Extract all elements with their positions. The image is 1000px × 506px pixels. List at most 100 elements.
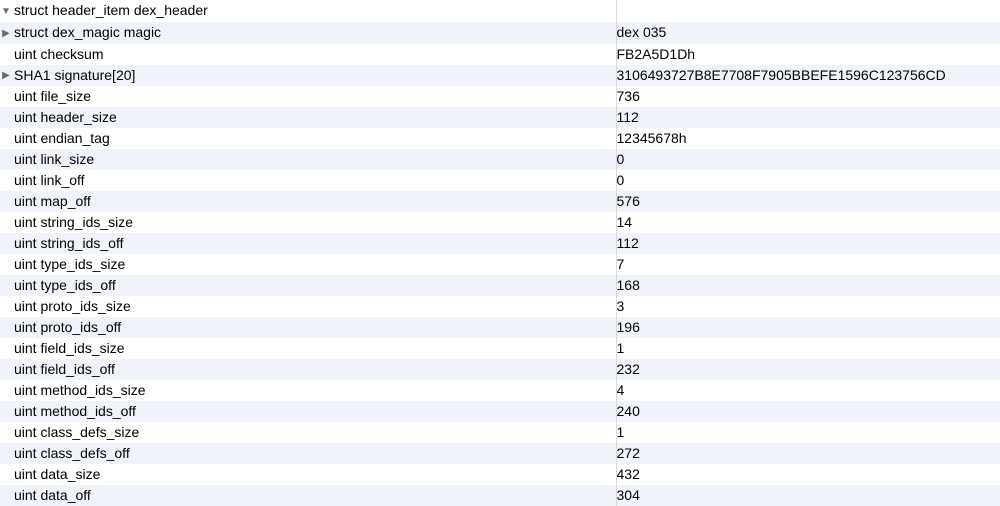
chevron-right-icon[interactable]: ▶ [0,23,12,44]
field-value: 272 [616,443,1000,464]
tree-row-13[interactable]: uint proto_ids_size 3 [0,296,1000,317]
tree-row-3[interactable]: uint file_size 736 [0,86,1000,107]
tree-row-21[interactable]: uint data_size 432 [0,464,1000,485]
tree-row-10[interactable]: uint string_ids_off 112 [0,233,1000,254]
field-label: uint type_ids_off [14,277,116,293]
tree-row-18[interactable]: uint method_ids_off 240 [0,401,1000,422]
field-value: 736 [616,86,1000,107]
tree-cell-name: uint proto_ids_size [0,296,616,317]
tree-cell-name: uint file_size [0,86,616,107]
tree-cell-name: uint map_off [0,191,616,212]
field-value: 3 [616,296,1000,317]
tree-cell-name: uint checksum [0,44,616,65]
field-label: uint data_off [14,487,91,503]
tree-cell-name: uint method_ids_off [0,401,616,422]
chevron-right-icon[interactable]: ▶ [0,65,12,86]
tree-row-15[interactable]: uint field_ids_size 1 [0,338,1000,359]
tree-row-17[interactable]: uint method_ids_size 4 [0,380,1000,401]
field-label: uint field_ids_off [14,361,115,377]
struct-tree-body: ▼struct header_item dex_header▶struct de… [0,0,1000,506]
field-value: 432 [616,464,1000,485]
field-label: uint class_defs_size [14,424,139,440]
field-label: uint endian_tag [14,130,110,146]
field-value: dex 035 [616,22,1000,44]
tree-row-11[interactable]: uint type_ids_size 7 [0,254,1000,275]
tree-cell-name: uint type_ids_off [0,275,616,296]
field-value: 0 [616,149,1000,170]
tree-cell-name: uint method_ids_size [0,380,616,401]
field-value: 232 [616,359,1000,380]
tree-cell-name: uint field_ids_size [0,338,616,359]
tree-cell-name: uint link_off [0,170,616,191]
field-value: 1 [616,422,1000,443]
field-value: 576 [616,191,1000,212]
field-label: uint link_size [14,151,94,167]
field-value: 1 [616,338,1000,359]
tree-cell-name: uint string_ids_off [0,233,616,254]
tree-row-14[interactable]: uint proto_ids_off 196 [0,317,1000,338]
tree-cell-name: uint data_size [0,464,616,485]
field-label: struct header_item dex_header [14,2,208,18]
tree-row-0[interactable]: ▶struct dex_magic magicdex 035 [0,22,1000,44]
field-label: uint class_defs_off [14,445,130,461]
struct-tree-table: ▼struct header_item dex_header▶struct de… [0,0,1000,506]
field-value [616,0,1000,22]
field-value: 3106493727B8E7708F7905BBEFE1596C123756CD [616,65,1000,87]
tree-row-9[interactable]: uint string_ids_size 14 [0,212,1000,233]
tree-cell-name: ▼struct header_item dex_header [0,0,616,22]
field-label: uint checksum [14,46,103,62]
tree-cell-name: uint field_ids_off [0,359,616,380]
tree-row-1[interactable]: uint checksum FB2A5D1Dh [0,44,1000,65]
tree-cell-name: uint data_off [0,485,616,506]
field-label: uint type_ids_size [14,256,125,272]
tree-row-22[interactable]: uint data_off 304 [0,485,1000,506]
field-value: 112 [616,233,1000,254]
tree-cell-name: uint header_size [0,107,616,128]
tree-cell-name: ▶struct dex_magic magic [0,22,616,44]
field-value: 7 [616,254,1000,275]
tree-cell-name: uint link_size [0,149,616,170]
tree-row-8[interactable]: uint map_off 576 [0,191,1000,212]
field-value: 112 [616,107,1000,128]
field-label: uint data_size [14,466,100,482]
field-value: 4 [616,380,1000,401]
tree-row-5[interactable]: uint endian_tag 12345678h [0,128,1000,149]
field-value: FB2A5D1Dh [616,44,1000,65]
tree-row-root[interactable]: ▼struct header_item dex_header [0,0,1000,22]
field-label: uint proto_ids_size [14,298,131,314]
field-value: 304 [616,485,1000,506]
field-value: 240 [616,401,1000,422]
tree-row-4[interactable]: uint header_size 112 [0,107,1000,128]
tree-cell-name: uint endian_tag [0,128,616,149]
chevron-down-icon[interactable]: ▼ [0,1,12,22]
field-label: struct dex_magic magic [14,24,161,40]
field-label: uint file_size [14,88,91,104]
field-label: uint method_ids_size [14,382,146,398]
field-label: uint proto_ids_off [14,319,121,335]
field-value: 168 [616,275,1000,296]
field-value: 14 [616,212,1000,233]
field-label: uint string_ids_off [14,235,123,251]
field-value: 196 [616,317,1000,338]
field-value: 12345678h [616,128,1000,149]
tree-row-6[interactable]: uint link_size 0 [0,149,1000,170]
tree-row-19[interactable]: uint class_defs_size 1 [0,422,1000,443]
field-label: uint field_ids_size [14,340,125,356]
tree-row-2[interactable]: ▶SHA1 signature[20]3106493727B8E7708F790… [0,65,1000,87]
tree-cell-name: uint string_ids_size [0,212,616,233]
tree-cell-name: uint proto_ids_off [0,317,616,338]
tree-cell-name: ▶SHA1 signature[20] [0,65,616,87]
field-value: 0 [616,170,1000,191]
field-label: uint link_off [14,172,85,188]
tree-cell-name: uint type_ids_size [0,254,616,275]
field-label: uint map_off [14,193,91,209]
field-label: uint header_size [14,109,117,125]
tree-row-16[interactable]: uint field_ids_off 232 [0,359,1000,380]
tree-row-20[interactable]: uint class_defs_off 272 [0,443,1000,464]
tree-cell-name: uint class_defs_off [0,443,616,464]
tree-row-7[interactable]: uint link_off 0 [0,170,1000,191]
field-label: uint method_ids_off [14,403,136,419]
tree-cell-name: uint class_defs_size [0,422,616,443]
field-label: uint string_ids_size [14,214,133,230]
tree-row-12[interactable]: uint type_ids_off 168 [0,275,1000,296]
